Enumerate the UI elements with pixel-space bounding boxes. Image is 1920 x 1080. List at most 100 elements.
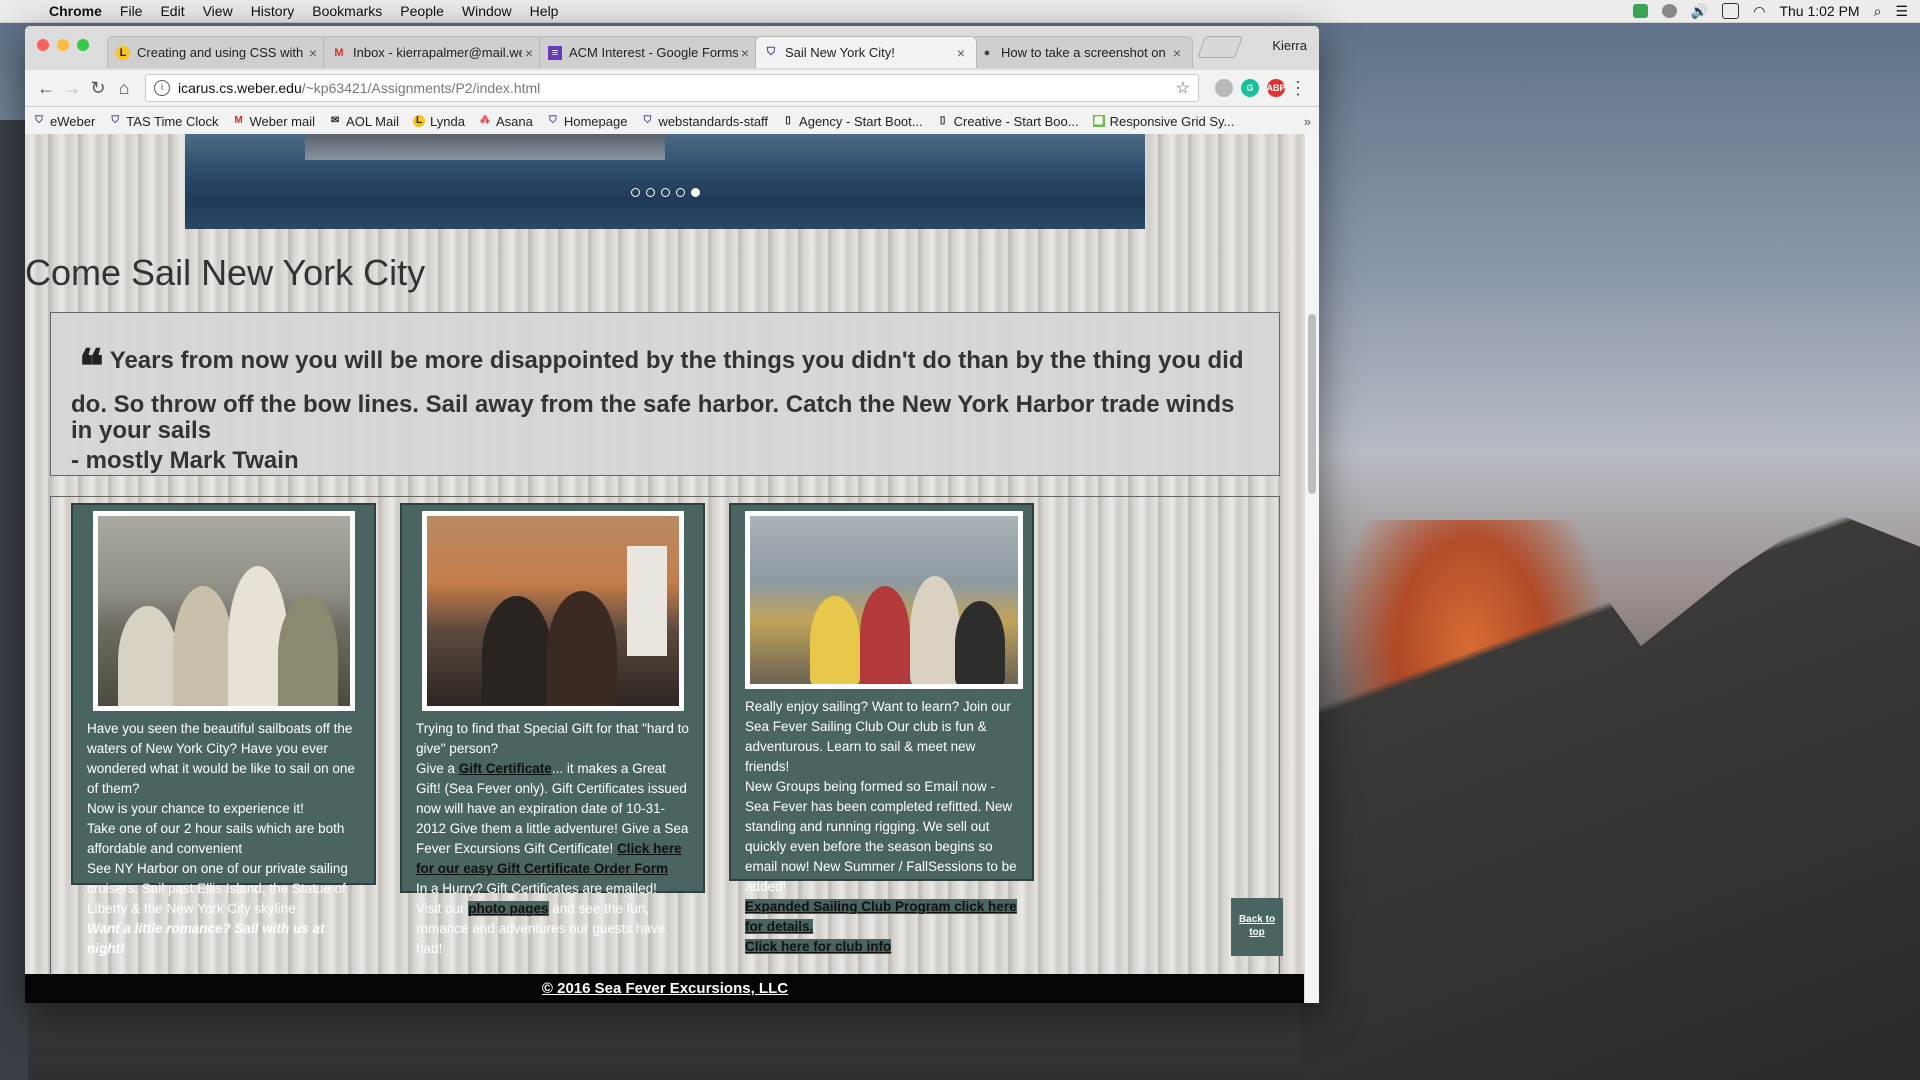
bookmark-label: Lynda	[430, 113, 465, 129]
info-icon[interactable]: i	[154, 80, 170, 96]
evernote-status-icon[interactable]	[1632, 4, 1648, 18]
close-window-button[interactable]	[37, 39, 49, 51]
bookmark-webstandards-staff[interactable]: ⛉ webstandards-staff	[641, 114, 768, 129]
close-tab-icon[interactable]: ×	[954, 45, 968, 61]
tab-screenshot-help[interactable]: ● How to take a screenshot on ×	[971, 36, 1193, 68]
expanded-sailing-club-link[interactable]: Expanded Sailing Club Program click here…	[745, 899, 1017, 934]
tab-google-forms[interactable]: ≡ ACM Interest - Google Forms ×	[539, 36, 761, 68]
profile-name[interactable]: Kierra	[1272, 38, 1307, 53]
zoom-window-button[interactable]	[77, 39, 89, 51]
wifi-icon[interactable]: ◠	[1753, 3, 1765, 20]
bookmarks-overflow-icon[interactable]: »	[1304, 114, 1311, 129]
menu-app-chrome[interactable]: Chrome	[40, 3, 111, 19]
tab-sail-nyc[interactable]: ⛉ Sail New York City! ×	[755, 36, 977, 68]
bookmark-creative[interactable]: ▯ Creative - Start Boo...	[937, 114, 1079, 129]
desktop-edge	[0, 120, 28, 1080]
bookmark-asana[interactable]: ⁂ Asana	[479, 114, 533, 129]
card-gift-certificate: Trying to find that Special Gift for tha…	[400, 503, 705, 956]
volume-icon[interactable]: 🔊	[1691, 3, 1708, 20]
close-tab-icon[interactable]: ×	[1170, 45, 1184, 61]
menu-window[interactable]: Window	[453, 3, 521, 19]
gmail-icon: M	[234, 115, 243, 126]
close-tab-icon[interactable]: ×	[306, 45, 320, 61]
address-bar[interactable]: i icarus.cs.weber.edu /~kp63421/Assignme…	[145, 74, 1199, 102]
photo-pages-link[interactable]: photo pages	[468, 901, 549, 916]
bookmark-label: Agency - Start Boot...	[799, 113, 923, 129]
bookmark-lynda[interactable]: L Lynda	[413, 114, 465, 129]
bookmark-homepage[interactable]: ⛉ Homepage	[547, 113, 628, 129]
spotlight-search-icon[interactable]: ⌕	[1874, 3, 1882, 20]
airplay-icon[interactable]	[1722, 3, 1740, 19]
slider-dot[interactable]	[660, 188, 670, 197]
quote-mark-icon: ❝	[79, 339, 104, 393]
bookmark-weber-mail[interactable]: M Weber mail	[233, 114, 315, 129]
forward-arrow-icon[interactable]: →	[59, 78, 85, 99]
bookmark-responsive-grid[interactable]: ▦ Responsive Grid Sy...	[1092, 114, 1234, 129]
card-sailing-club: Really enjoy sailing? Want to learn? Joi…	[729, 503, 1034, 954]
tab-title: Sail New York City!	[785, 45, 895, 60]
bookmarks-bar: ⛉ eWeber ⛉ TAS Time Clock M Weber mail ✉ AOL…	[25, 107, 1319, 136]
gift-certificate-link[interactable]: Gift Certificate	[458, 761, 552, 776]
slider-dot[interactable]	[630, 188, 640, 197]
tab-inbox[interactable]: M Inbox - kierrapalmer@mail.we ×	[323, 36, 545, 68]
tab-title: Inbox - kierrapalmer@mail.we	[353, 45, 522, 60]
card-text: In a Hurry? Gift Certificates are emaile…	[416, 881, 657, 896]
card-text: Really enjoy sailing? Want to learn? Joi…	[745, 699, 1011, 774]
extension-icon[interactable]	[1215, 79, 1233, 97]
menu-edit[interactable]: Edit	[151, 3, 193, 19]
hero-slider-image	[185, 134, 1145, 229]
notification-center-icon[interactable]: ☰	[1895, 3, 1908, 20]
page-scrollbar[interactable]	[1304, 134, 1319, 1003]
slider-dot[interactable]	[645, 188, 655, 197]
card-text: New Groups being formed so Email now - S…	[745, 779, 1017, 894]
club-info-link[interactable]: Click here for club info	[745, 939, 892, 954]
adblock-icon[interactable]: ABP	[1267, 79, 1286, 97]
close-tab-icon[interactable]: ×	[522, 45, 536, 61]
menubar-clock[interactable]: Thu 1:02 PM	[1779, 3, 1859, 19]
card-text: Have you seen the beautiful sailboats of…	[87, 721, 355, 796]
back-to-top-button[interactable]: Back to top	[1231, 898, 1283, 956]
tab-title: Creating and using CSS with F	[137, 45, 306, 60]
creative-cloud-icon[interactable]	[1661, 4, 1677, 18]
bookmark-label: webstandards-staff	[658, 113, 769, 129]
bookmark-label: TAS Time Clock	[126, 113, 219, 129]
slider-dots	[185, 188, 1145, 197]
bookmark-label: AOL Mail	[346, 113, 400, 129]
slider-dot-active[interactable]	[690, 188, 700, 197]
slider-dot[interactable]	[675, 188, 685, 197]
menu-bookmarks[interactable]: Bookmarks	[303, 3, 391, 19]
page-title: Come Sail New York City	[25, 252, 426, 293]
bookmark-star-icon[interactable]: ☆	[1176, 78, 1190, 98]
grammarly-icon[interactable]: G	[1241, 79, 1259, 97]
scrollbar-thumb[interactable]	[1308, 314, 1316, 494]
bookmark-tas-time-clock[interactable]: ⛉ TAS Time Clock	[109, 113, 219, 129]
forms-icon: ≡	[548, 45, 562, 60]
bookmark-agency[interactable]: ▯ Agency - Start Boot...	[782, 113, 923, 129]
menu-view[interactable]: View	[194, 3, 242, 19]
menu-help[interactable]: Help	[521, 3, 568, 19]
reload-icon[interactable]: ↻	[85, 78, 111, 99]
quote-box: ❝ Years from now you will be more disappo…	[50, 312, 1280, 476]
chrome-menu-icon[interactable]: ⋮	[1285, 78, 1311, 99]
bookmark-label: Creative - Start Boo...	[953, 113, 1079, 129]
page-icon: ▯	[939, 115, 946, 126]
minimize-window-button[interactable]	[57, 39, 69, 51]
bookmark-label: Homepage	[563, 113, 628, 129]
menu-people[interactable]: People	[391, 3, 453, 19]
card-text: Take one of our 2 hour sails which are b…	[87, 821, 345, 856]
lynda-icon: L	[116, 45, 130, 60]
tab-css[interactable]: L Creating and using CSS with F ×	[107, 36, 329, 68]
back-arrow-icon[interactable]: ←	[33, 78, 59, 99]
feature-cards: Have you seen the beautiful sailboats of…	[50, 496, 1280, 1003]
home-icon[interactable]: ⌂	[111, 78, 137, 99]
menu-file[interactable]: File	[111, 3, 152, 19]
card-sail-nyc: Have you seen the beautiful sailboats of…	[71, 503, 376, 956]
new-tab-button[interactable]	[1196, 36, 1244, 58]
menu-history[interactable]: History	[242, 3, 304, 19]
shield-icon: ⛉	[643, 115, 652, 126]
card-text: Now is your chance to experience it!	[87, 801, 304, 816]
bookmark-aol-mail[interactable]: ✉ AOL Mail	[329, 114, 399, 129]
close-tab-icon[interactable]: ×	[738, 45, 752, 61]
asana-icon: ⁂	[479, 115, 490, 126]
bookmark-eweber[interactable]: ⛉ eWeber	[33, 114, 95, 129]
